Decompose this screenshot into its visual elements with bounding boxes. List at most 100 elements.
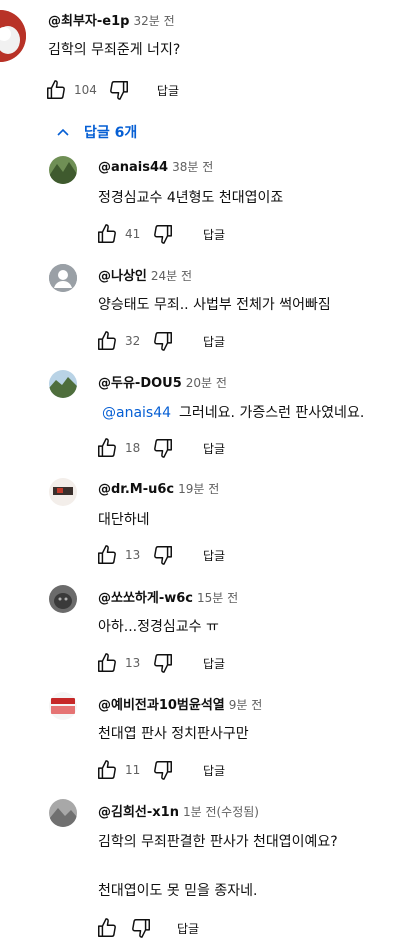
replies-toggle-label: 답글 6개 <box>84 125 138 141</box>
thumbs-down-icon <box>132 919 150 938</box>
like-button[interactable] <box>95 543 119 567</box>
comment-time[interactable]: 9분 전 <box>229 698 263 712</box>
comment-text-line: 천대엽이도 못 믿을 종자네. <box>98 883 258 899</box>
comment-author[interactable]: @김희선-x1n 1분 전(수정됨) <box>98 801 259 820</box>
avatar-image <box>49 156 77 184</box>
thumbs-up-icon <box>98 653 116 672</box>
thumbs-up-icon <box>98 545 116 564</box>
thumbs-up-icon <box>98 918 116 937</box>
avatar[interactable] <box>0 10 26 62</box>
dislike-button[interactable] <box>151 543 175 567</box>
thumbs-up-icon <box>98 760 116 779</box>
comment-time[interactable]: 20분 전 <box>186 376 227 390</box>
reply-button[interactable]: 답글 <box>157 82 179 99</box>
comment-author[interactable]: @anais44 38분 전 <box>98 158 213 175</box>
thumbs-down-icon <box>154 761 172 780</box>
comment-actions: 18 답글 <box>95 436 225 460</box>
thumbs-down-icon <box>154 439 172 458</box>
thumbs-up-icon <box>98 331 116 350</box>
dislike-button[interactable] <box>151 651 175 675</box>
comment-time[interactable]: 15분 전 <box>197 591 238 605</box>
author-handle[interactable]: @dr.M-u6c <box>98 482 174 497</box>
author-handle[interactable]: @쏘쏘하게-w6c <box>98 591 193 606</box>
comment-time[interactable]: 32분 전 <box>133 14 174 28</box>
author-handle[interactable]: @나상인 <box>98 269 147 284</box>
reply-button[interactable]: 답글 <box>203 655 225 672</box>
comment-time[interactable]: 1분 전(수정됨) <box>183 805 259 819</box>
like-count: 13 <box>125 656 141 670</box>
like-count: 18 <box>125 441 141 455</box>
replies-toggle[interactable]: 답글 6개 <box>56 122 137 142</box>
dislike-button[interactable] <box>107 78 131 102</box>
avatar-image <box>49 799 77 827</box>
comment-text: 양승태도 무죄.. 사법부 전체가 썩어빠짐 <box>98 297 331 313</box>
author-handle[interactable]: @anais44 <box>98 160 168 175</box>
avatar-image <box>49 370 77 398</box>
like-button[interactable] <box>95 436 119 460</box>
avatar-image <box>49 478 77 506</box>
comment-actions: 11 답글 <box>95 758 225 782</box>
comment-text: 김학의 무죄준게 너지? <box>48 42 181 58</box>
comment-author[interactable]: @쏘쏘하게-w6c 15분 전 <box>98 587 238 606</box>
reply-button[interactable]: 답글 <box>177 920 199 937</box>
like-button[interactable] <box>95 222 119 246</box>
comment-time[interactable]: 19분 전 <box>178 482 219 496</box>
like-button[interactable] <box>95 758 119 782</box>
comment-actions: 32 답글 <box>95 329 225 353</box>
avatar-image <box>49 692 77 720</box>
comment-actions: 104 답글 <box>44 78 179 102</box>
avatar[interactable] <box>49 264 77 292</box>
avatar-image <box>49 585 77 613</box>
comment-author[interactable]: @최부자-e1p 32분 전 <box>48 10 175 29</box>
reply-button[interactable]: 답글 <box>203 226 225 243</box>
author-handle[interactable]: @예비전과10범윤석열 <box>98 698 225 713</box>
like-button[interactable] <box>95 916 119 940</box>
avatar[interactable] <box>49 692 77 720</box>
comment-author[interactable]: @dr.M-u6c 19분 전 <box>98 480 219 497</box>
thumbs-down-icon <box>154 332 172 351</box>
dislike-button[interactable] <box>151 758 175 782</box>
comment-body: 그러네요. 가증스런 판사였네요. <box>179 405 365 421</box>
chevron-up-icon <box>57 128 69 136</box>
thumbs-up-icon <box>98 224 116 243</box>
comment-author[interactable]: @나상인 24분 전 <box>98 265 192 284</box>
comment-text: 천대엽 판사 정치판사구만 <box>98 726 249 742</box>
dislike-button[interactable] <box>129 916 153 940</box>
like-button[interactable] <box>95 329 119 353</box>
avatar[interactable] <box>49 585 77 613</box>
comment-time[interactable]: 24분 전 <box>151 269 192 283</box>
comment-text: 대단하네 <box>98 512 150 528</box>
thumbs-down-icon <box>154 225 172 244</box>
mention-link[interactable]: @anais44 <box>102 405 171 421</box>
reply-button[interactable]: 답글 <box>203 333 225 350</box>
author-handle[interactable]: @두유-DOU5 <box>98 376 182 391</box>
avatar[interactable] <box>49 799 77 827</box>
comment-author[interactable]: @예비전과10범윤석열 9분 전 <box>98 694 262 713</box>
comment-actions: 13 답글 <box>95 543 225 567</box>
reply-button[interactable]: 답글 <box>203 547 225 564</box>
like-count: 32 <box>125 334 141 348</box>
like-count: 104 <box>74 83 97 97</box>
author-handle[interactable]: @최부자-e1p <box>48 14 129 29</box>
comment-author[interactable]: @두유-DOU5 20분 전 <box>98 372 227 391</box>
comment-actions: 13 답글 <box>95 651 225 675</box>
dislike-button[interactable] <box>151 436 175 460</box>
like-count: 11 <box>125 763 141 777</box>
avatar-image <box>0 10 26 62</box>
default-avatar-icon <box>49 264 77 292</box>
reply-button[interactable]: 답글 <box>203 440 225 457</box>
author-handle[interactable]: @김희선-x1n <box>98 805 179 820</box>
comment-time[interactable]: 38분 전 <box>172 160 213 174</box>
reply-button[interactable]: 답글 <box>203 762 225 779</box>
thumbs-down-icon <box>154 546 172 565</box>
comment-text: 정경심교수 4년형도 천대엽이죠 <box>98 190 284 206</box>
like-count: 13 <box>125 548 141 562</box>
like-count: 41 <box>125 227 141 241</box>
avatar[interactable] <box>49 478 77 506</box>
avatar[interactable] <box>49 156 77 184</box>
like-button[interactable] <box>95 651 119 675</box>
dislike-button[interactable] <box>151 329 175 353</box>
avatar[interactable] <box>49 370 77 398</box>
like-button[interactable] <box>44 78 68 102</box>
dislike-button[interactable] <box>151 222 175 246</box>
